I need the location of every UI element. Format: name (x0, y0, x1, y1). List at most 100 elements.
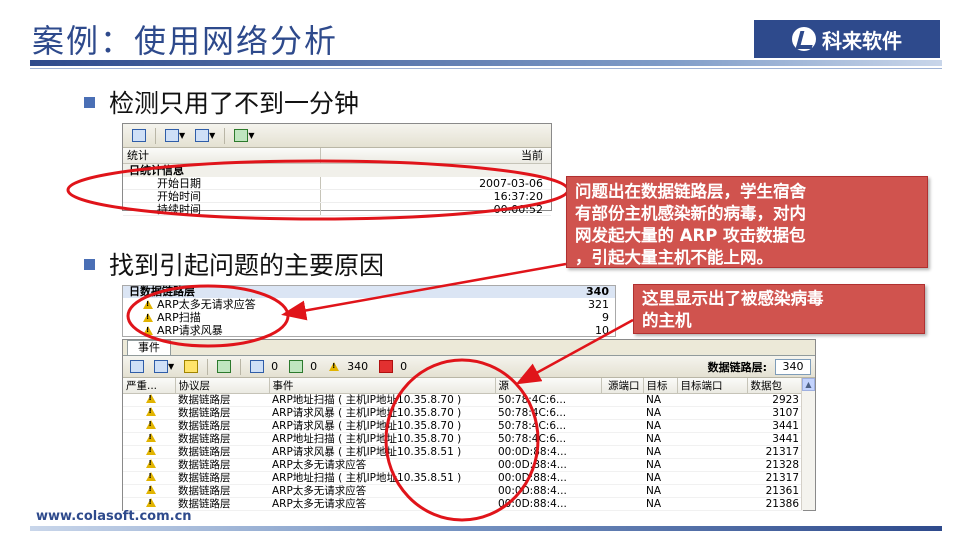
warning-icon (143, 313, 153, 322)
column-header-event[interactable]: 事件 (269, 378, 496, 394)
view-icon (165, 129, 179, 142)
table-row[interactable]: 数据链路层ARP太多无请求应答00:0D:88:4... NA 21361 (123, 484, 803, 498)
table-row[interactable]: 数据链路层ARP地址扫描 ( 主机IP地址10.35.8.51 )00:0D:8… (123, 471, 803, 485)
layer-value-field[interactable]: 340 (775, 358, 811, 375)
error-count: 0 (400, 360, 408, 373)
camera-dropdown-button[interactable]: ▼ (192, 127, 218, 145)
events-scrollbar[interactable]: ▲ (801, 378, 815, 510)
event-cell: ARP太多无请求应答 (269, 497, 495, 511)
causes-group-name: 日数据链路层 (129, 285, 195, 298)
warning-icon (143, 300, 153, 309)
table-row[interactable]: 数据链路层ARP太多无请求应答00:0D:88:4... NA 21328 (123, 458, 803, 472)
filter-icon (154, 360, 168, 373)
save-button[interactable] (129, 127, 149, 145)
tab-events[interactable]: 事件 (127, 340, 171, 355)
stats-row[interactable]: 开始时间 16:37:20 (123, 190, 551, 203)
chevron-down-icon: ▼ (168, 362, 175, 371)
bullet-square-icon (84, 96, 95, 108)
packets-cell: 3441 (747, 432, 803, 446)
warning-icon (145, 459, 156, 468)
warning-count: 340 (347, 360, 369, 373)
column-header-source[interactable]: 源 (495, 378, 602, 394)
cause-name: ARP扫描 (157, 311, 201, 324)
bullet-2-text: 找到引起问题的主要原因 (109, 251, 385, 280)
destination-cell: NA (643, 432, 677, 446)
toolbar-separator (224, 127, 226, 144)
source-cell: 50:78:4C:6... (495, 419, 601, 433)
stats-toolbar: ▼ ▼ ▼ (123, 124, 551, 148)
causes-group-row[interactable]: 日数据链路层 340 (123, 286, 615, 298)
column-header-packets[interactable]: 数据包 (747, 378, 804, 394)
destination-port-cell (677, 458, 747, 472)
table-row[interactable]: 数据链路层ARP地址扫描 ( 主机IP地址10.35.8.70 )50:78:4… (123, 393, 803, 407)
filter-dropdown-button[interactable]: ▼ (151, 358, 177, 376)
toolbar-separator (155, 127, 156, 144)
warning-icon (145, 407, 156, 416)
table-row[interactable]: 数据链路层ARP请求风暴 ( 主机IP地址10.35.8.51 )00:0D:8… (123, 445, 803, 459)
column-header-current[interactable]: 当前 (321, 148, 551, 163)
settings-button[interactable] (181, 358, 201, 376)
refresh-icon (234, 129, 249, 142)
column-header-stat[interactable]: 统计 (123, 148, 321, 163)
statistics-panel: ▼ ▼ ▼ 统计 当前 日统计信息 开始日期 2007-03-06 开始时间 1… (122, 123, 552, 216)
error-filter-button[interactable] (376, 358, 396, 376)
chevron-down-icon: ▼ (179, 131, 186, 140)
packets-cell: 21361 (747, 484, 803, 498)
events-table-header: 严重... 协议层 事件 源 源端口 目标 目标端口 数据包 (123, 378, 804, 394)
bullet-1-text: 检测只用了不到一分钟 (109, 89, 360, 118)
packets-cell: 21317 (747, 471, 803, 485)
table-row[interactable]: 数据链路层ARP太多无请求应答00:0D:88:4...NA21386 (123, 497, 803, 511)
note-filter-button[interactable] (286, 358, 306, 376)
cause-name: ARP请求风暴 (157, 324, 223, 337)
packets-cell: 21317 (747, 445, 803, 459)
destination-cell: NA (643, 419, 677, 433)
layer-label: 数据链路层: (707, 360, 767, 374)
callout-line: 的主机 (642, 311, 692, 330)
toolbar-separator (240, 358, 242, 375)
scroll-up-icon[interactable]: ▲ (802, 378, 815, 391)
table-row[interactable]: 数据链路层ARP请求风暴 ( 主机IP地址10.35.8.70 )50:78:4… (123, 406, 803, 420)
warning-icon (145, 420, 156, 429)
event-cell: ARP太多无请求应答 (269, 484, 495, 498)
table-row[interactable]: 数据链路层ARP地址扫描 ( 主机IP地址10.35.8.70 )50:78:4… (123, 432, 803, 446)
cause-row[interactable]: ARP扫描 9 (123, 311, 615, 324)
stats-row[interactable]: 持续时间 00:00:52 (123, 203, 551, 216)
column-header-severity[interactable]: 严重... (123, 378, 176, 394)
cause-name: ARP太多无请求应答 (157, 298, 256, 311)
severity-cell (123, 419, 175, 433)
source-port-cell (601, 406, 643, 420)
column-header-source-port[interactable]: 源端口 (601, 378, 644, 394)
column-header-protocol-layer[interactable]: 协议层 (175, 378, 270, 394)
warning-icon (143, 326, 153, 335)
chevron-down-icon: ▼ (209, 131, 216, 140)
header-divider-thin (30, 68, 942, 69)
refresh-button[interactable] (214, 358, 234, 376)
source-port-cell (601, 471, 643, 485)
severity-cell (123, 458, 175, 472)
stat-key: 持续时间 (123, 203, 321, 216)
cause-count: 321 (588, 298, 609, 311)
destination-cell: NA (643, 471, 677, 485)
stats-group-row[interactable]: 日统计信息 (123, 164, 551, 177)
view-dropdown-button[interactable]: ▼ (162, 127, 188, 145)
cause-row[interactable]: ARP太多无请求应答 321 (123, 298, 615, 311)
destination-port-cell (677, 471, 747, 485)
callout-line: 有部份主机感染新的病毒，对内 (575, 204, 806, 223)
protocol-layer-cell: 数据链路层 (175, 484, 269, 498)
column-header-destination-port[interactable]: 目标端口 (677, 378, 748, 394)
info-filter-button[interactable] (247, 358, 267, 376)
event-cell: ARP请求风暴 ( 主机IP地址10.35.8.51 ) (269, 445, 495, 459)
refresh-dropdown-button[interactable]: ▼ (231, 127, 257, 145)
events-table: 严重... 协议层 事件 源 源端口 目标 目标端口 数据包 数据链路层ARP地… (123, 378, 804, 511)
destination-port-cell (677, 497, 747, 511)
table-row[interactable]: 数据链路层ARP请求风暴 ( 主机IP地址10.35.8.70 )50:78:4… (123, 419, 803, 433)
network-button[interactable] (127, 358, 147, 376)
column-header-destination[interactable]: 目标 (643, 378, 678, 394)
cause-row[interactable]: ARP请求风暴 10 (123, 324, 615, 337)
warning-filter-button[interactable] (325, 358, 343, 376)
stats-row[interactable]: 开始日期 2007-03-06 (123, 177, 551, 190)
source-port-cell (601, 393, 643, 407)
causes-group-count: 340 (586, 285, 609, 298)
info-icon (250, 360, 265, 373)
destination-cell: NA (643, 458, 677, 472)
